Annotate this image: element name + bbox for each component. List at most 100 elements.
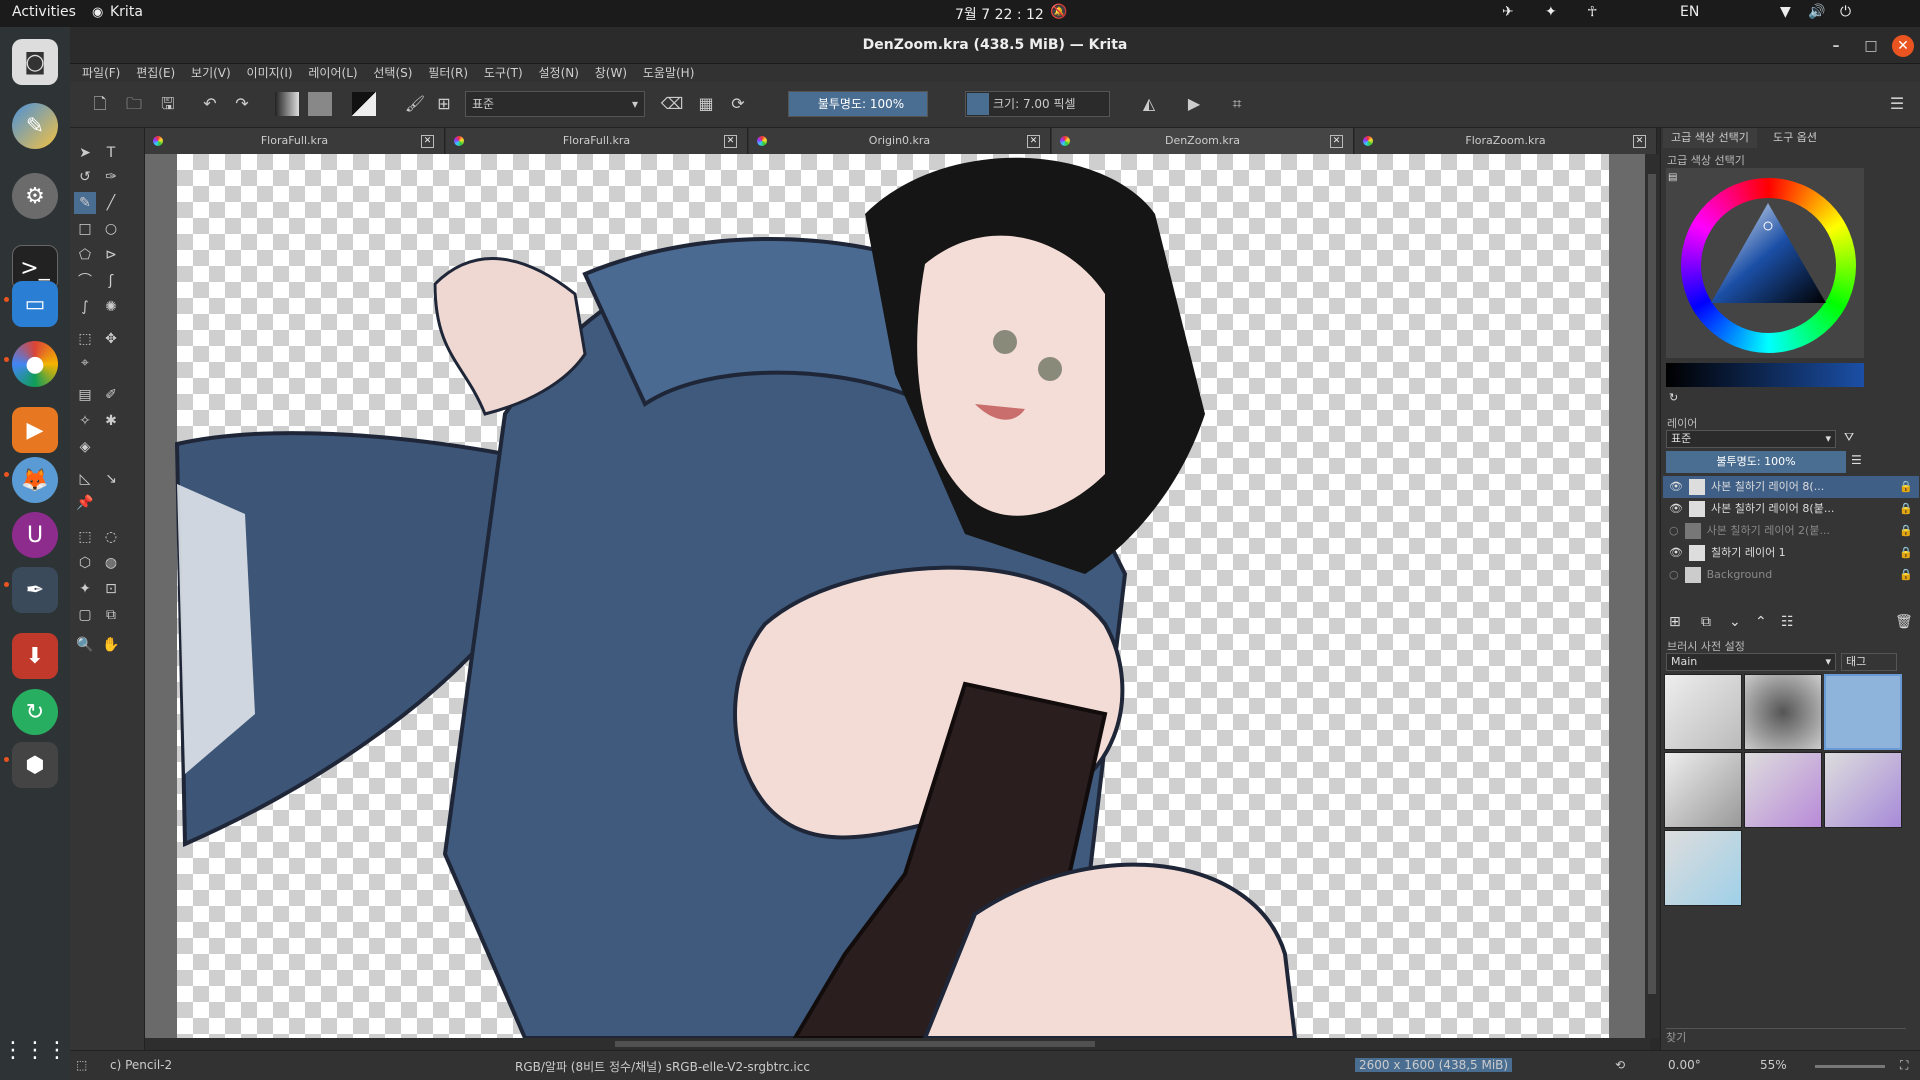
freehand-path-tool-icon[interactable]: ʃ (100, 270, 122, 292)
fg-bg-color-icon[interactable] (352, 92, 376, 116)
eye-icon[interactable]: 👁 (1669, 502, 1683, 515)
color-menu-icon[interactable]: ▤ (1668, 172, 1677, 183)
filter-icon[interactable]: ⛛ (1844, 430, 1854, 445)
menu-tools[interactable]: 도구(T) (484, 64, 523, 82)
brush-preset-airbrush[interactable] (1744, 674, 1822, 750)
screenshot-app-icon[interactable]: ◙ (12, 39, 58, 85)
smart-patch-tool-icon[interactable]: ✧ (74, 410, 96, 432)
fox-app-icon[interactable]: 🦊 (12, 457, 58, 503)
eye-icon[interactable]: 👁 (1669, 546, 1683, 559)
wifi-icon[interactable]: ▼ (1780, 4, 1791, 20)
bezier-select-tool-icon[interactable]: ▢ (74, 604, 96, 626)
blend-mode-select[interactable]: 표준 ▾ (465, 91, 645, 117)
tab-tool-options[interactable]: 도구 옵션 (1765, 128, 1825, 148)
eye-icon[interactable]: 👁 (1669, 480, 1683, 493)
lock-icon[interactable]: 🔒 (1899, 564, 1913, 586)
brush-tag-button[interactable]: 태그 (1841, 653, 1897, 671)
download-app-icon[interactable]: ⬇ (12, 633, 58, 679)
menu-select[interactable]: 선택(S) (373, 64, 412, 82)
horizontal-scrollbar[interactable] (145, 1038, 1650, 1050)
transform-tool-icon[interactable]: ⬚ (74, 328, 96, 350)
alpha-lock-icon[interactable]: ▦ (694, 92, 718, 116)
value-slider[interactable] (1666, 363, 1864, 387)
save-icon[interactable]: 🖫 (156, 92, 180, 116)
tab-origin0[interactable]: Origin0.kra ✕ (749, 128, 1051, 154)
media-player-icon[interactable]: ▶ (12, 407, 58, 453)
layer-row[interactable]: 👁 사본 칠하기 레이어 8(붙... 🔒 (1663, 498, 1919, 520)
sync-app-icon[interactable]: ↻ (12, 689, 58, 735)
layer-row[interactable]: ○ Background 🔒 (1663, 564, 1919, 586)
magnetic-select-tool-icon[interactable]: ⧉ (100, 604, 122, 626)
unity-icon[interactable]: ⬢ (12, 742, 58, 788)
activities-button[interactable]: Activities (12, 4, 76, 20)
close-tab-icon[interactable]: ✕ (724, 135, 737, 148)
layer-properties-icon[interactable]: ☰ (1851, 453, 1862, 467)
canvas-area[interactable] (145, 154, 1650, 1038)
brush-preset-ink[interactable] (1664, 752, 1742, 828)
text-tool-icon[interactable]: T (100, 142, 122, 164)
opacity-slider[interactable]: 불투명도: 100% (788, 91, 928, 117)
gradient-swatch-icon[interactable] (275, 92, 299, 116)
ellipse-select-tool-icon[interactable]: ◌ (100, 526, 122, 548)
close-tab-icon[interactable]: ✕ (1633, 135, 1646, 148)
mirror-horizontal-icon[interactable]: ◭ (1137, 92, 1161, 116)
open-folder-icon[interactable]: 🗀 (122, 92, 146, 116)
maximize-icon[interactable]: □ (1860, 35, 1882, 57)
similar-select-tool-icon[interactable]: ⊡ (100, 578, 122, 600)
delete-layer-icon[interactable]: 🗑 (1895, 614, 1913, 630)
mirror-vertical-icon[interactable]: ▶ (1182, 92, 1206, 116)
pattern-swatch-icon[interactable] (308, 92, 332, 116)
calligraphy-tool-icon[interactable]: ✑ (100, 166, 122, 188)
ellipse-tool-icon[interactable]: ○ (100, 218, 122, 240)
rotation-reset-icon[interactable]: ⟲ (1615, 1058, 1625, 1072)
duplicate-layer-icon[interactable]: ⧉ (1701, 614, 1711, 630)
layer-settings-icon[interactable]: ☷ (1781, 614, 1794, 630)
ulauncher-icon[interactable]: U (12, 512, 58, 558)
lock-icon[interactable]: 🔒 (1899, 520, 1913, 542)
crop-tool-icon[interactable]: ⌖ (74, 352, 96, 374)
show-apps-icon[interactable]: ⋮⋮⋮ (2, 1027, 68, 1073)
settings-gear-icon[interactable]: ⚙ (12, 173, 58, 219)
new-document-icon[interactable]: 🗋 (88, 92, 112, 116)
minimize-icon[interactable]: – (1825, 35, 1847, 57)
power-icon[interactable]: ⏻ (1840, 4, 1851, 20)
reference-tool-icon[interactable]: 📌 (74, 492, 96, 514)
zoom-slider[interactable] (1815, 1065, 1885, 1068)
zoom-value[interactable]: 55% (1760, 1058, 1787, 1072)
menu-file[interactable]: 파일(F) (82, 64, 120, 82)
layer-row[interactable]: 👁 칠하기 레이어 1 🔒 (1663, 542, 1919, 564)
menu-help[interactable]: 도움말(H) (643, 64, 695, 82)
edit-shape-tool-icon[interactable]: ↺ (74, 166, 96, 188)
tab-advanced-color-selector[interactable]: 고급 색상 선택기 (1663, 128, 1757, 148)
eye-hidden-icon[interactable]: ○ (1669, 524, 1679, 537)
close-tab-icon[interactable]: ✕ (1330, 135, 1343, 148)
menu-layer[interactable]: 레이어(L) (308, 64, 357, 82)
contiguous-select-tool-icon[interactable]: ✦ (74, 578, 96, 600)
move-tool-icon[interactable]: ✥ (100, 328, 122, 350)
layer-row[interactable]: 👁 사본 칠하기 레이어 8(... 🔒 (1663, 476, 1919, 498)
accessibility-icon[interactable]: ☥ (1587, 4, 1597, 20)
size-slider[interactable]: 크기: 7.00 픽셀 (965, 91, 1110, 117)
reload-preset-icon[interactable]: ⟳ (726, 92, 750, 116)
zoom-tool-icon[interactable]: 🔍 (74, 634, 96, 656)
layout-grid-icon[interactable]: ⊞ (432, 92, 456, 116)
move-layer-up-icon[interactable]: ⌃ (1755, 614, 1767, 630)
dynamic-brush-tool-icon[interactable]: ∫ (74, 296, 96, 318)
pan-tool-icon[interactable]: ✋ (100, 634, 122, 656)
measure-tool-icon[interactable]: ◺ (74, 468, 96, 490)
krita-dock-icon[interactable]: ✒ (12, 567, 58, 613)
ruler-tool-icon[interactable]: ↘ (100, 468, 122, 490)
select-shape-tool-icon[interactable]: ➤ (74, 142, 96, 164)
brush-preset-wet[interactable] (1744, 752, 1822, 828)
menu-window[interactable]: 창(W) (595, 64, 627, 82)
brush-preset-pencil-selected[interactable] (1824, 674, 1902, 750)
app-menu[interactable]: Krita (110, 4, 143, 20)
redo-icon[interactable]: ↷ (230, 92, 254, 116)
menu-edit[interactable]: 편집(E) (136, 64, 175, 82)
move-layer-down-icon[interactable]: ⌄ (1729, 614, 1741, 630)
eraser-icon[interactable]: ⌫ (660, 92, 684, 116)
image-dimensions[interactable]: 2600 x 1600 (438,5 MiB) (1355, 1058, 1513, 1072)
polygon-tool-icon[interactable]: ⬠ (74, 244, 96, 266)
close-tab-icon[interactable]: ✕ (1027, 135, 1040, 148)
brush-preset-paint[interactable] (1824, 752, 1902, 828)
